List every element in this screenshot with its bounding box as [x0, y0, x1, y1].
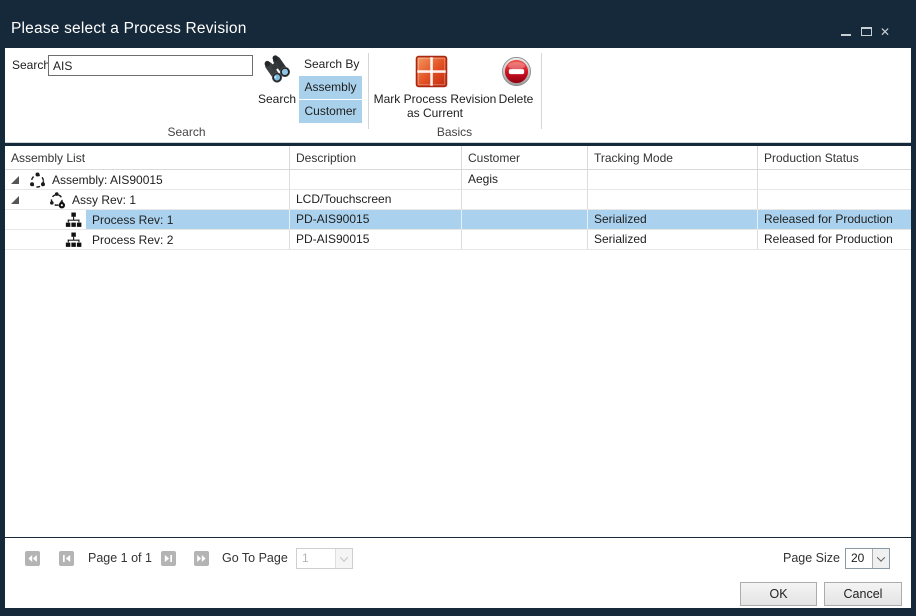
expander-icon[interactable]	[11, 196, 19, 204]
process-revision-icon	[65, 232, 82, 249]
assembly-revision-icon	[49, 192, 66, 209]
ok-button[interactable]: OK	[740, 582, 817, 606]
column-header-tracking-mode[interactable]: Tracking Mode	[588, 146, 758, 169]
next-page-button[interactable]	[161, 551, 176, 566]
tree-node-label: Assy Rev: 1	[72, 190, 136, 209]
mark-current-icon	[415, 55, 448, 93]
last-page-icon	[194, 551, 209, 566]
page-size-combo[interactable]: 20	[845, 548, 890, 569]
table-row-process-rev-1[interactable]: Process Rev: 1 PD-AIS90015 Serialized Re…	[5, 210, 911, 230]
production-status-cell	[758, 170, 911, 189]
close-button[interactable]: ✕	[878, 24, 894, 40]
maximize-icon	[861, 27, 872, 36]
maximize-button[interactable]	[858, 24, 874, 40]
binoculars-icon	[262, 54, 292, 84]
search-by-assembly-button[interactable]: Assembly	[299, 76, 362, 99]
description-cell: PD-AIS90015	[290, 210, 462, 229]
title-bar: Please select a Process Revision ✕	[0, 0, 916, 48]
production-status-cell	[758, 190, 911, 209]
tracking-mode-cell	[588, 170, 758, 189]
table-row-process-rev-2[interactable]: Process Rev: 2 PD-AIS90015 Serialized Re…	[5, 230, 911, 250]
close-icon: ✕	[880, 25, 890, 39]
go-to-page-combo[interactable]: 1	[296, 548, 353, 569]
page-indicator: Page 1 of 1	[88, 551, 152, 565]
mark-process-revision-current-button[interactable]: Mark Process Revision as Current	[373, 54, 497, 130]
first-page-icon	[25, 551, 40, 566]
process-revision-icon	[65, 212, 82, 229]
page-size-dropdown-button[interactable]	[872, 549, 889, 568]
description-cell: PD-AIS90015	[290, 230, 462, 249]
search-field-label: Search	[12, 58, 50, 72]
minimize-button[interactable]	[838, 24, 854, 40]
search-by-customer-button[interactable]: Customer	[299, 100, 362, 123]
column-header-description[interactable]: Description	[290, 146, 462, 169]
mark-current-label: Mark Process Revision as Current	[373, 92, 497, 120]
customer-cell	[462, 230, 588, 249]
customer-cell: Aegis	[462, 170, 588, 189]
window-title: Please select a Process Revision	[11, 20, 247, 38]
process-revision-grid: Assembly List Description Customer Track…	[5, 146, 911, 537]
assembly-icon	[29, 172, 46, 189]
previous-page-button[interactable]	[59, 551, 74, 566]
go-to-page-value: 1	[297, 549, 335, 568]
table-row-assy-rev[interactable]: Assy Rev: 1 LCD/Touchscreen	[5, 190, 911, 210]
tracking-mode-cell: Serialized	[588, 230, 758, 249]
column-header-assembly-list[interactable]: Assembly List	[5, 146, 290, 169]
grid-header: Assembly List Description Customer Track…	[5, 146, 911, 170]
page-size-label: Page Size	[783, 551, 840, 565]
production-status-cell: Released for Production	[758, 210, 911, 229]
tree-node-label: Process Rev: 1	[92, 210, 173, 229]
search-by-label: Search By	[304, 57, 359, 71]
description-cell	[290, 170, 462, 189]
next-page-icon	[161, 551, 176, 566]
ribbon-separator	[368, 53, 369, 129]
ribbon-toolbar: Search Search Search By Assembly Custome…	[5, 48, 911, 143]
table-row-assembly[interactable]: Assembly: AIS90015 Aegis	[5, 170, 911, 190]
search-button[interactable]: Search	[254, 54, 300, 106]
production-status-cell: Released for Production	[758, 230, 911, 249]
ribbon-separator	[541, 53, 542, 129]
search-group-label: Search	[5, 125, 368, 139]
delete-icon	[501, 56, 532, 92]
tracking-mode-cell: Serialized	[588, 210, 758, 229]
tracking-mode-cell	[588, 190, 758, 209]
column-header-customer[interactable]: Customer	[462, 146, 588, 169]
delete-button[interactable]: Delete	[491, 54, 541, 122]
tree-node-label: Assembly: AIS90015	[52, 170, 163, 189]
basics-group-label: Basics	[368, 125, 541, 139]
go-to-page-label: Go To Page	[222, 551, 288, 565]
expander-icon[interactable]	[11, 176, 19, 184]
previous-page-icon	[59, 551, 74, 566]
chevron-down-icon	[877, 553, 885, 561]
first-page-button[interactable]	[25, 551, 40, 566]
column-header-production-status[interactable]: Production Status	[758, 146, 911, 169]
customer-cell	[462, 190, 588, 209]
delete-label: Delete	[491, 92, 541, 106]
chevron-down-icon	[340, 553, 348, 561]
tree-node-label: Process Rev: 2	[92, 230, 173, 249]
description-cell: LCD/Touchscreen	[290, 190, 462, 209]
page-size-value: 20	[846, 549, 872, 568]
go-to-page-dropdown-button[interactable]	[335, 549, 352, 568]
footer-panel: Page 1 of 1 Go To Page 1 Page Size 20 OK…	[5, 538, 911, 608]
last-page-button[interactable]	[194, 551, 209, 566]
search-button-label: Search	[254, 92, 300, 106]
search-input[interactable]	[48, 55, 253, 76]
minimize-icon	[841, 34, 851, 36]
customer-cell	[462, 210, 588, 229]
cancel-button[interactable]: Cancel	[824, 582, 902, 606]
